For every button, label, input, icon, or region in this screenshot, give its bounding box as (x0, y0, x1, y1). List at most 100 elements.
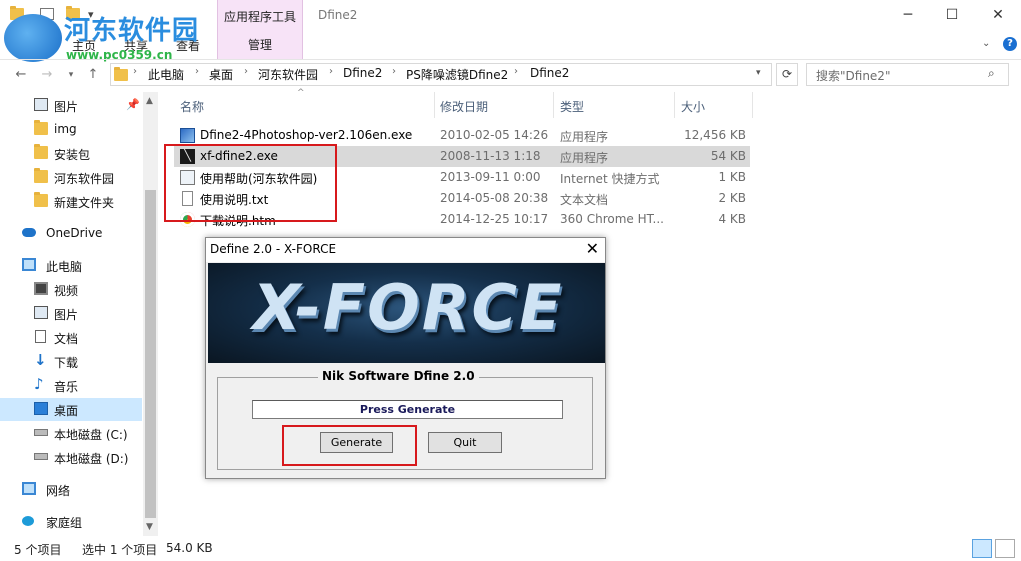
nav-item-label: 网络 (46, 484, 71, 498)
nav-item-network[interactable]: 网络 (0, 478, 142, 501)
pictures-icon (34, 306, 48, 319)
recent-locations-icon[interactable]: ▾ (62, 66, 80, 84)
chevron-right-icon[interactable]: › (514, 66, 518, 77)
file-row[interactable]: Dfine2-4Photoshop-ver2.106en.exe 2010-02… (174, 125, 750, 146)
nav-item-desktop[interactable]: 桌面 (0, 398, 142, 421)
nav-item-drive-d[interactable]: 本地磁盘 (D:) (0, 446, 142, 469)
documents-icon (35, 330, 46, 343)
search-input[interactable]: 搜索"Dfine2" (806, 63, 1009, 86)
nav-item-label: 下载 (54, 356, 79, 370)
nav-item-label: 文档 (54, 332, 79, 346)
nav-item-label: 河东软件园 (54, 172, 115, 186)
nav-item-label: 桌面 (54, 404, 79, 418)
breadcrumb-dfine2-current[interactable]: Dfine2 (530, 66, 569, 80)
up-arrow-icon[interactable]: ↑ (84, 66, 102, 84)
nav-item-label: 视频 (54, 284, 79, 298)
context-tab-group: 应用程序工具 管理 (217, 0, 303, 60)
file-name: Dfine2-4Photoshop-ver2.106en.exe (200, 128, 413, 142)
downloads-icon: ↓ (34, 351, 47, 369)
scroll-up-icon[interactable]: ▲ (146, 96, 153, 106)
column-divider[interactable] (752, 92, 753, 118)
pin-icon[interactable]: 📌 (126, 98, 140, 111)
installer-icon (180, 128, 195, 143)
scroll-down-icon[interactable]: ▼ (146, 522, 153, 532)
back-arrow-icon[interactable]: ← (12, 66, 30, 84)
column-divider[interactable] (674, 92, 675, 118)
nav-item-music[interactable]: ♪ 音乐 (0, 374, 142, 397)
chevron-right-icon[interactable]: › (133, 66, 137, 77)
computer-icon (22, 258, 36, 271)
column-size[interactable]: 大小 (681, 98, 705, 115)
pictures-icon (34, 98, 48, 111)
network-icon (22, 482, 36, 495)
breadcrumb-this-pc[interactable]: 此电脑 (148, 66, 184, 83)
file-size: 4 KB (718, 212, 746, 226)
search-icon[interactable]: ⌕ (988, 66, 995, 81)
nav-item-homegroup[interactable]: 家庭组 (0, 510, 142, 533)
breadcrumb-dfine2[interactable]: Dfine2 (343, 66, 382, 80)
serial-output-field[interactable]: Press Generate (252, 400, 563, 419)
quit-button[interactable]: Quit (428, 432, 502, 453)
file-explorer-window: ▾ 应用程序工具 管理 Dfine2 文件 主页 共享 查看 河东软件园 www… (0, 0, 1021, 561)
nav-item-label: 家庭组 (46, 516, 83, 530)
column-name[interactable]: 名称 (180, 98, 204, 115)
nav-item-downloads[interactable]: ↓ 下载 (0, 350, 142, 373)
chevron-right-icon[interactable]: › (195, 66, 199, 77)
nav-scroll-thumb[interactable] (145, 190, 156, 518)
desktop-icon (34, 402, 48, 415)
file-type: 360 Chrome HT... (560, 212, 664, 226)
file-size: 2 KB (718, 191, 746, 205)
nav-item-pictures[interactable]: 图片 (0, 302, 142, 325)
large-icons-view-icon[interactable] (995, 539, 1015, 558)
breadcrumb-hedong[interactable]: 河东软件园 (258, 66, 318, 83)
homegroup-icon (22, 516, 34, 526)
nav-item-onedrive[interactable]: OneDrive (0, 222, 142, 245)
column-divider[interactable] (434, 92, 435, 118)
help-icon[interactable]: ? (1003, 37, 1017, 51)
chevron-right-icon[interactable]: › (392, 66, 396, 77)
breadcrumb-ps-filter[interactable]: PS降噪滤镜Dfine2 (406, 66, 508, 83)
tab-manage[interactable]: 管理 (218, 36, 302, 53)
nav-item-hedong[interactable]: 河东软件园 (0, 166, 142, 189)
forward-arrow-icon[interactable]: → (38, 66, 56, 84)
file-size: 1 KB (718, 170, 746, 184)
column-date[interactable]: 修改日期 (440, 98, 488, 115)
chevron-right-icon[interactable]: › (244, 66, 248, 77)
column-divider[interactable] (553, 92, 554, 118)
nav-item-label: img (54, 122, 77, 136)
highlight-box-files (164, 144, 337, 222)
nav-item-img[interactable]: img (0, 118, 142, 141)
folder-icon (34, 168, 48, 183)
nav-item-documents[interactable]: 文档 (0, 326, 142, 349)
dialog-close-icon[interactable]: ✕ (586, 239, 599, 258)
watermark-logo (4, 14, 62, 62)
nav-item-label: 安装包 (54, 148, 91, 162)
column-type[interactable]: 类型 (560, 98, 584, 115)
close-button[interactable]: ✕ (975, 0, 1021, 30)
nav-item-new-folder[interactable]: 新建文件夹 (0, 190, 142, 213)
file-size: 12,456 KB (684, 128, 746, 142)
nav-item-installers[interactable]: 安装包 (0, 142, 142, 165)
nav-item-videos[interactable]: 视频 (0, 278, 142, 301)
chevron-right-icon[interactable]: › (329, 66, 333, 77)
file-date: 2014-12-25 10:17 (440, 212, 549, 226)
nav-item-drive-c[interactable]: 本地磁盘 (C:) (0, 422, 142, 445)
status-item-count: 5 个项目 (14, 543, 62, 557)
file-date: 2013-09-11 0:00 (440, 170, 541, 184)
breadcrumb-desktop[interactable]: 桌面 (209, 66, 233, 83)
maximize-button[interactable]: ☐ (929, 0, 975, 30)
nav-item-label: 本地磁盘 (C:) (54, 428, 128, 442)
address-dropdown-icon[interactable]: ▾ (756, 68, 761, 78)
nav-item-pictures-quick[interactable]: 图片 📌 (0, 94, 142, 117)
drive-d-icon (34, 453, 48, 460)
nav-item-label: 此电脑 (46, 260, 83, 274)
details-view-icon[interactable] (972, 539, 992, 558)
ribbon-expand-icon[interactable]: ⌄ (982, 38, 990, 49)
group-title: Nik Software Dfine 2.0 (318, 369, 479, 383)
refresh-button[interactable]: ⟳ (776, 63, 798, 86)
highlight-box-generate (282, 425, 417, 466)
music-icon: ♪ (34, 375, 44, 393)
xforce-banner: X-FORCE (208, 263, 605, 363)
minimize-button[interactable]: ─ (885, 0, 931, 30)
nav-item-this-pc[interactable]: 此电脑 (0, 254, 142, 277)
